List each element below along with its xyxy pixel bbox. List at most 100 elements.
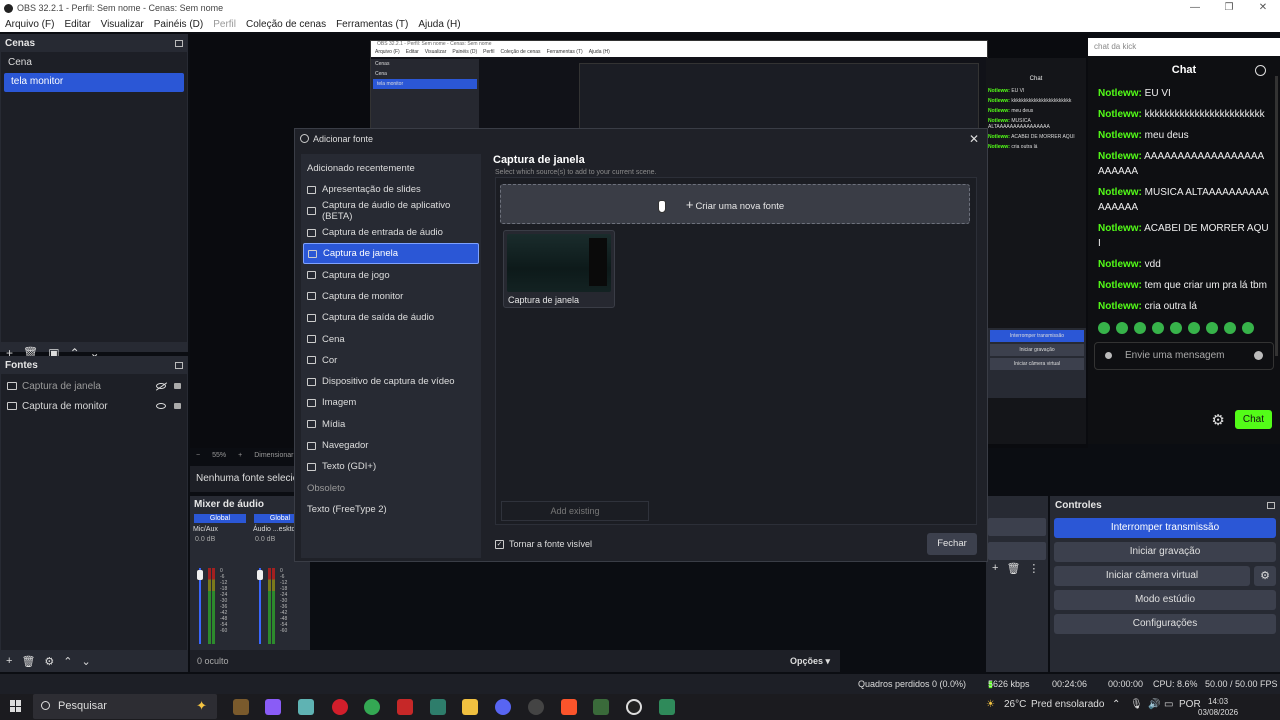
source-type-scene[interactable]: Cena <box>301 328 481 349</box>
visibility-off-icon[interactable] <box>156 383 166 389</box>
source-type-browser[interactable]: Navegador <box>301 435 481 456</box>
app-icon-green[interactable] <box>430 699 446 715</box>
add-existing-button[interactable]: Add existing <box>501 501 649 521</box>
app-icon-notes[interactable] <box>298 699 314 715</box>
users-icon[interactable] <box>1255 65 1266 76</box>
chat-settings-small-icon[interactable] <box>1105 352 1112 359</box>
chat-settings-icon[interactable]: ⚙ <box>1211 411 1224 429</box>
start-virtual-camera-button[interactable]: Iniciar câmera virtual <box>1054 566 1250 586</box>
source-item-captura-monitor[interactable]: Captura de monitor <box>1 396 187 416</box>
menu-visualizar[interactable]: Visualizar <box>101 19 144 30</box>
chrome-icon[interactable] <box>364 699 380 715</box>
minimize-button[interactable]: — <box>1178 0 1212 16</box>
virtual-camera-settings-icon[interactable]: ⚙ <box>1254 566 1276 586</box>
source-item-captura-janela[interactable]: Captura de janela <box>1 376 187 396</box>
menu-editar[interactable]: Editar <box>64 19 90 30</box>
microphone-tray-icon[interactable]: 🎙 <box>1130 699 1143 710</box>
brave-icon[interactable] <box>561 699 577 715</box>
more-icon[interactable]: ⋮ <box>1028 562 1039 575</box>
chat-message-input[interactable]: Envie uma mensagem <box>1094 342 1274 370</box>
emote-icon[interactable] <box>1098 322 1110 334</box>
source-type-game-capture[interactable]: Captura de jogo <box>301 264 481 285</box>
undock-icon[interactable] <box>175 40 183 47</box>
make-visible-checkbox[interactable]: ✓ Tornar a fonte visível <box>495 539 592 549</box>
zoom-in-icon[interactable]: + <box>238 452 242 459</box>
emote-icon[interactable] <box>1116 322 1128 334</box>
menu-ferramentas[interactable]: Ferramentas (T) <box>336 19 408 30</box>
zoom-out-icon[interactable]: − <box>196 452 200 459</box>
close-dialog-button[interactable]: Fechar <box>927 533 977 555</box>
source-type-app-audio[interactable]: Captura de áudio de aplicativo (BETA) <box>301 200 481 222</box>
start-recording-button[interactable]: Iniciar gravação <box>1054 542 1276 562</box>
scale-label[interactable]: Dimensionar <box>254 452 293 459</box>
undock-icon[interactable] <box>175 362 183 369</box>
app-icon-gear[interactable] <box>528 699 544 715</box>
scene-item-cena[interactable]: Cena <box>1 54 187 73</box>
existing-source-card[interactable]: Captura de janela <box>503 230 615 308</box>
remove-source-icon[interactable]: 🗑 <box>21 655 35 668</box>
transition-select[interactable] <box>988 518 1046 536</box>
duration-stepper[interactable] <box>988 542 1046 560</box>
move-up-icon[interactable]: ⌃ <box>63 655 72 668</box>
undock-icon[interactable] <box>1267 502 1275 509</box>
source-type-slides[interactable]: Apresentação de slides <box>301 179 481 200</box>
app-icon-lime[interactable] <box>593 699 609 715</box>
emote-icon[interactable] <box>1152 322 1164 334</box>
settings-button[interactable]: Configurações <box>1054 614 1276 634</box>
app-icon-package[interactable] <box>233 699 249 715</box>
source-settings-icon[interactable]: ⚙ <box>44 655 54 668</box>
stop-stream-button[interactable]: Interromper transmissão <box>1054 518 1276 538</box>
app-icon-red[interactable] <box>397 699 413 715</box>
source-type-text-freetype[interactable]: Texto (FreeType 2) <box>301 499 481 520</box>
obs-taskbar-icon[interactable] <box>626 699 642 715</box>
source-type-video-device[interactable]: Dispositivo de captura de vídeo <box>301 371 481 392</box>
emote-icon[interactable] <box>1134 322 1146 334</box>
menu-colecao-cenas[interactable]: Coleção de cenas <box>246 19 326 30</box>
app-icon-teal[interactable] <box>659 699 675 715</box>
visibility-icon[interactable] <box>156 403 166 409</box>
add-transition-icon[interactable]: + <box>992 562 998 575</box>
source-type-window-capture[interactable]: Captura de janela <box>303 243 479 265</box>
options-button[interactable]: Opções ▾ <box>790 656 830 667</box>
app-icon-copilot[interactable] <box>265 699 281 715</box>
emote-icon[interactable] <box>1188 322 1200 334</box>
source-type-monitor-capture[interactable]: Captura de monitor <box>301 286 481 307</box>
menu-perfil[interactable]: Perfil <box>213 19 236 30</box>
lock-icon[interactable] <box>174 383 181 389</box>
network-icon[interactable]: ▭ <box>1164 699 1173 710</box>
move-down-icon[interactable]: ⌄ <box>82 655 91 668</box>
file-explorer-icon[interactable] <box>462 699 478 715</box>
emoji-icon[interactable] <box>1254 351 1263 360</box>
volume-slider-knob[interactable] <box>257 570 263 580</box>
maximize-button[interactable]: ❐ <box>1212 0 1246 16</box>
taskbar-search[interactable]: Pesquisar ✦ <box>33 694 217 719</box>
speaker-tray-icon[interactable]: 🔊 <box>1148 699 1160 710</box>
chat-send-button[interactable]: Chat <box>1234 410 1272 429</box>
opera-icon[interactable] <box>332 699 348 715</box>
source-type-image[interactable]: Imagem <box>301 392 481 413</box>
source-type-color[interactable]: Cor <box>301 350 481 371</box>
discord-icon[interactable] <box>495 699 511 715</box>
menu-ajuda[interactable]: Ajuda (H) <box>418 19 460 30</box>
studio-mode-button[interactable]: Modo estúdio <box>1054 590 1276 610</box>
source-type-audio-output[interactable]: Captura de saída de áudio <box>301 307 481 328</box>
weather-desc[interactable]: Pred ensolarado <box>1031 699 1104 710</box>
emote-icon[interactable] <box>1224 322 1236 334</box>
chat-scrollbar[interactable] <box>1275 76 1278 356</box>
source-type-media[interactable]: Mídia <box>301 414 481 435</box>
volume-slider-knob[interactable] <box>197 570 203 580</box>
emote-icon[interactable] <box>1206 322 1218 334</box>
add-source-icon[interactable]: + <box>6 655 12 667</box>
close-window-button[interactable]: ✕ <box>1246 0 1280 16</box>
clock[interactable]: 14:03 03/08/2026 <box>1198 696 1238 718</box>
scene-item-tela-monitor[interactable]: tela monitor <box>4 73 184 92</box>
close-dialog-icon[interactable]: ✕ <box>969 132 979 146</box>
source-type-audio-input[interactable]: Captura de entrada de áudio <box>301 222 481 243</box>
tray-chevron-icon[interactable]: ⌃ <box>1112 699 1120 710</box>
menu-arquivo[interactable]: Arquivo (F) <box>5 19 54 30</box>
menu-paineis[interactable]: Painéis (D) <box>154 19 203 30</box>
source-type-text-gdi[interactable]: Texto (GDI+) <box>301 456 481 477</box>
windows-start-icon[interactable] <box>10 700 22 712</box>
weather-temp[interactable]: 26°C <box>1004 699 1026 710</box>
emote-icon[interactable] <box>1170 322 1182 334</box>
